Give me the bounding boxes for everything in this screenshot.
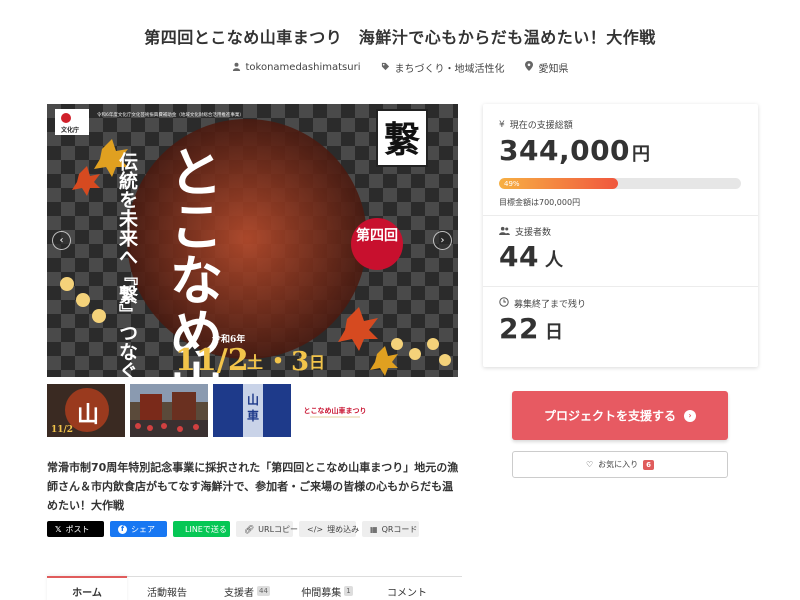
remaining-value: 22 bbox=[499, 312, 539, 345]
hero-date-day1: 土 bbox=[247, 353, 263, 372]
favorite-count: 6 bbox=[643, 459, 655, 470]
main-visual[interactable]: 文化庁 令和6年度文化庁文化芸術振興費補助金（地域文化財総合活用推進事業） 繋 … bbox=[47, 104, 458, 377]
next-slide-button[interactable]: › bbox=[433, 231, 452, 250]
thumbnail-strip: 山 11/2 山 車 とこなめ山車まつり bbox=[47, 384, 374, 437]
tab-home[interactable]: ホーム bbox=[47, 576, 127, 600]
progress-bar: 49% bbox=[499, 178, 741, 189]
support-project-button[interactable]: プロジェクトを支援する › bbox=[512, 391, 728, 440]
divider bbox=[483, 286, 758, 287]
tab-recruit-label: 仲間募集 bbox=[301, 588, 342, 599]
favorite-label: お気に入り bbox=[598, 460, 639, 469]
tab-comments-label: コメント bbox=[387, 588, 427, 599]
owner-name: tokonamedashimatsuri bbox=[245, 62, 361, 73]
map-pin-icon bbox=[524, 61, 534, 74]
supporters-unit: 人 bbox=[544, 250, 563, 271]
tab-home-label: ホーム bbox=[72, 588, 102, 599]
funding-stats-card: ¥ 現在の支援総額 344,000 円 49% 目標金額は700,000円 支援者… bbox=[483, 104, 758, 367]
hero-date-day2-num: ・3 bbox=[265, 347, 309, 377]
category-label: まちづくり・地域活性化 bbox=[394, 64, 505, 75]
thumbnail-2[interactable] bbox=[130, 384, 208, 437]
clock-icon bbox=[499, 297, 509, 310]
supporters-value: 44 bbox=[499, 240, 539, 273]
tab-comments[interactable]: コメント bbox=[367, 576, 447, 600]
embed-button[interactable]: </> 埋め込み bbox=[299, 521, 360, 537]
progress-bar-fill: 49% bbox=[499, 178, 618, 189]
hero-date: 11/2 bbox=[175, 343, 249, 377]
supporters-count-badge: 44 bbox=[257, 586, 270, 596]
qr-icon: ▦ bbox=[370, 524, 378, 534]
yen-icon: ¥ bbox=[499, 119, 505, 130]
copy-url-button[interactable]: 🔗︎ URLコピー bbox=[236, 521, 298, 537]
hero-header-note: 令和6年度文化庁文化芸術振興費補助金（地域文化財総合活用推進事業） bbox=[97, 111, 244, 118]
tab-activity[interactable]: 活動報告 bbox=[127, 576, 207, 600]
location-label: 愛知県 bbox=[538, 64, 569, 75]
thumbnail-4[interactable]: とこなめ山車まつり bbox=[296, 384, 374, 437]
owner-link[interactable]: tokonamedashimatsuri bbox=[232, 60, 361, 75]
share-line-button[interactable]: LINEで送る bbox=[173, 521, 230, 537]
tab-activity-label: 活動報告 bbox=[147, 588, 187, 599]
remaining-days: 22 日 bbox=[499, 312, 563, 345]
total-amount-value: 344,000 bbox=[499, 134, 631, 167]
share-x-button[interactable]: 𝕏 ポスト bbox=[47, 521, 104, 537]
qr-code-label: QRコード bbox=[381, 524, 418, 534]
supporters-count: 44 人 bbox=[499, 240, 563, 273]
progress-percent: 49% bbox=[504, 179, 520, 188]
thumbnail-4-text: とこなめ山車まつり bbox=[304, 406, 367, 415]
x-logo-icon: 𝕏 bbox=[55, 524, 62, 534]
location-link[interactable]: 愛知県 bbox=[524, 60, 568, 75]
category-link[interactable]: まちづくり・地域活性化 bbox=[380, 60, 504, 75]
heart-icon: ♡ bbox=[585, 460, 594, 469]
user-icon bbox=[232, 62, 242, 74]
supporters-label: 支援者数 bbox=[515, 228, 552, 238]
kanji-badge: 繋 bbox=[384, 119, 421, 161]
users-icon bbox=[499, 226, 510, 238]
total-amount-unit: 円 bbox=[632, 144, 651, 165]
share-x-label: ポスト bbox=[65, 524, 90, 534]
project-tabs: ホーム 活動報告 支援者 44 仲間募集 1 コメント bbox=[47, 576, 462, 600]
remaining-label: 募集終了まで残り bbox=[514, 300, 587, 310]
tab-supporters[interactable]: 支援者 44 bbox=[207, 576, 287, 600]
edition-seal: 第四回 bbox=[356, 227, 398, 244]
svg-text:車: 車 bbox=[247, 408, 259, 423]
project-description: 常滑市制70周年特別記念事業に採択された「第四回とこなめ山車まつり」地元の漁師さ… bbox=[47, 461, 459, 512]
goal-amount: 目標金額は700,000円 bbox=[499, 198, 581, 207]
svg-text:山: 山 bbox=[247, 392, 259, 407]
page-title: 第四回とこなめ山車まつり 海鮮汁で心もからだも温めたい！大作戦 bbox=[144, 28, 656, 47]
chevron-right-icon: › bbox=[684, 409, 696, 422]
qr-code-button[interactable]: ▦ QRコード bbox=[362, 521, 419, 537]
copy-url-label: URLコピー bbox=[258, 524, 299, 534]
tag-icon bbox=[380, 62, 390, 74]
svg-text:11/2: 11/2 bbox=[51, 425, 73, 435]
share-facebook-button[interactable]: f シェア bbox=[110, 521, 167, 537]
recruit-count-badge: 1 bbox=[344, 586, 353, 596]
thumbnail-3[interactable]: 山 車 bbox=[213, 384, 291, 437]
thumbnail-1[interactable]: 山 11/2 bbox=[47, 384, 125, 437]
divider bbox=[483, 215, 758, 216]
favorite-button[interactable]: ♡ お気に入り 6 bbox=[512, 451, 728, 478]
chevron-left-icon: ‹ bbox=[59, 235, 64, 246]
total-label-row: ¥ 現在の支援総額 bbox=[499, 118, 573, 132]
remaining-unit: 日 bbox=[544, 322, 563, 343]
tab-supporters-label: 支援者 bbox=[224, 588, 255, 599]
agency-logo-text: 文化庁 bbox=[60, 126, 79, 134]
code-icon: </> bbox=[307, 524, 324, 534]
tab-recruit[interactable]: 仲間募集 1 bbox=[287, 576, 367, 600]
link-icon: 🔗︎ bbox=[244, 524, 255, 534]
hero-date-day2: 日 bbox=[309, 353, 325, 372]
total-amount: 344,000 円 bbox=[499, 134, 650, 167]
hero-slogan: 伝統を未来へ『繋』つなぐ bbox=[116, 152, 139, 377]
share-buttons: 𝕏 ポスト f シェア LINEで送る 🔗︎ URLコピー </> 埋め込み ▦… bbox=[47, 521, 419, 537]
supporters-label-row: 支援者数 bbox=[499, 225, 551, 238]
support-button-label: プロジェクトを支援する bbox=[543, 409, 676, 423]
remaining-label-row: 募集終了まで残り bbox=[499, 297, 586, 310]
total-label: 現在の支援総額 bbox=[509, 121, 573, 131]
share-facebook-label: シェア bbox=[131, 524, 155, 534]
prev-slide-button[interactable]: ‹ bbox=[52, 231, 71, 250]
share-line-label: LINEで送る bbox=[185, 524, 227, 534]
project-meta: tokonamedashimatsuri まちづくり・地域活性化 愛知県 bbox=[0, 60, 800, 75]
embed-label: 埋め込み bbox=[327, 524, 360, 534]
facebook-icon: f bbox=[118, 524, 127, 534]
chevron-right-icon: › bbox=[440, 235, 445, 246]
svg-text:山: 山 bbox=[77, 402, 99, 428]
